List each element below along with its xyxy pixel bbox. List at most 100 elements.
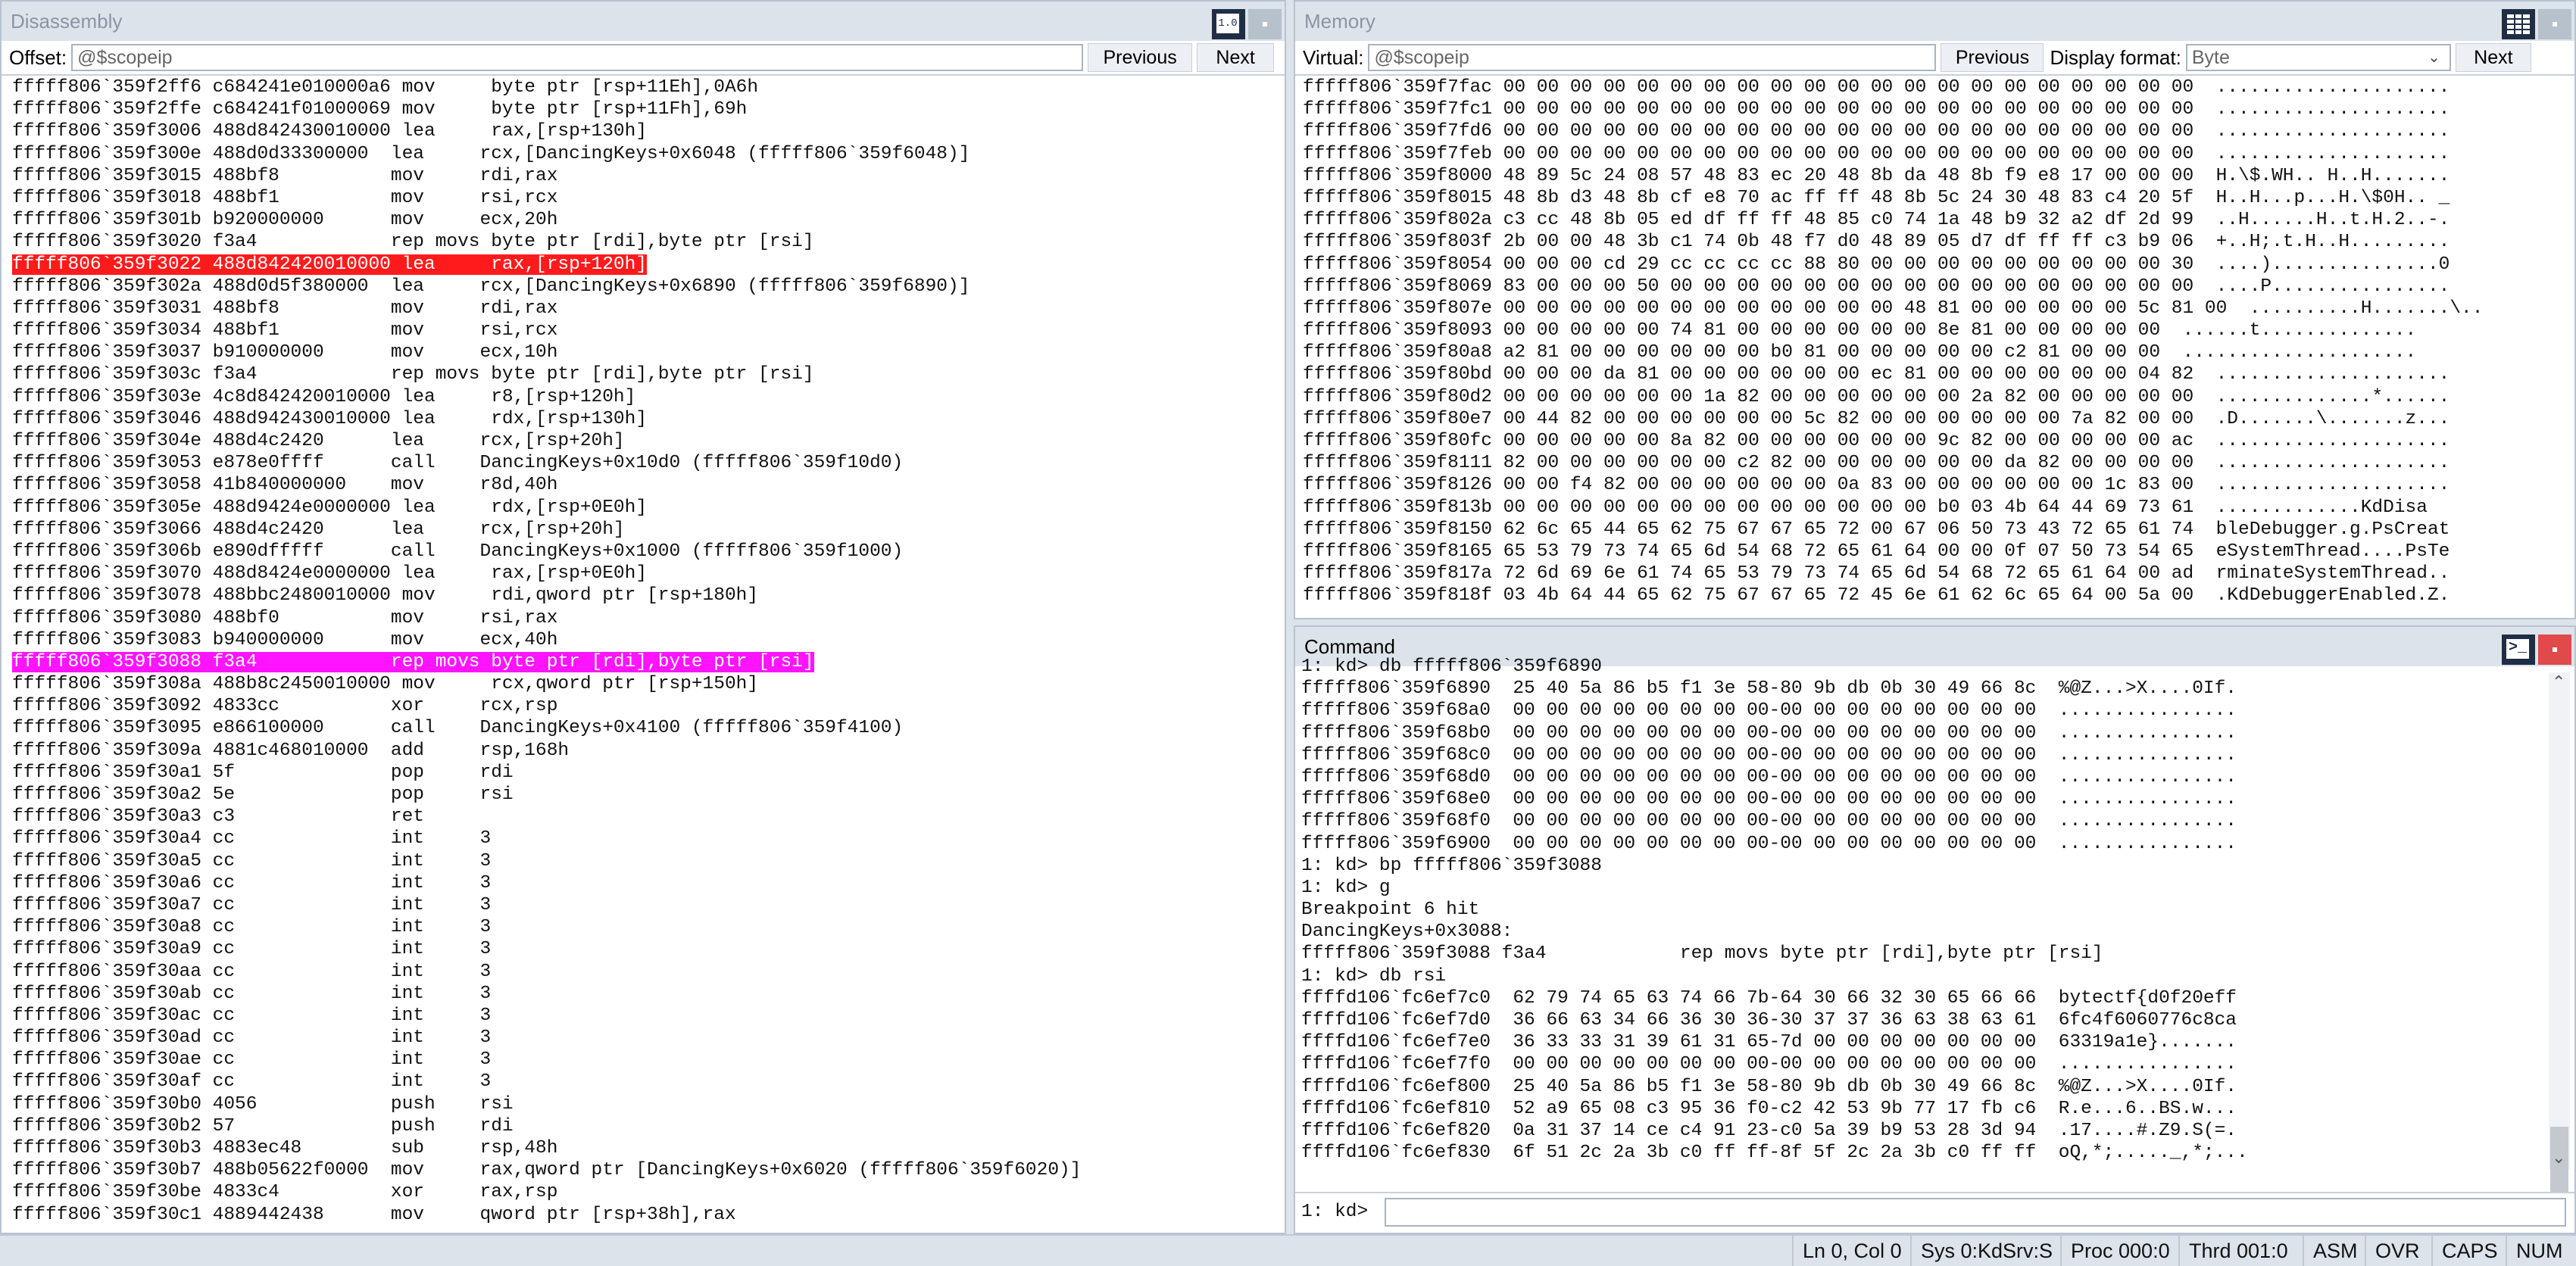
command-output[interactable]: 1: kd> db fffff806`359f6890 fffff806`359f… — [1295, 656, 2543, 1162]
disasm-row[interactable]: fffff806`359f30a9 cc int 3 — [12, 938, 1285, 960]
command-output-line[interactable]: 1: kd> g — [1301, 877, 2543, 899]
disasm-row[interactable]: fffff806`359f3046 488d942430010000 lea r… — [12, 408, 1285, 430]
disasm-row[interactable]: fffff806`359f301b b920000000 mov ecx,20h — [12, 209, 1285, 231]
disasm-row[interactable]: fffff806`359f300e 488d0d33300000 lea rcx… — [12, 143, 1285, 165]
disasm-row[interactable]: fffff806`359f30b3 4883ec48 sub rsp,48h — [12, 1137, 1285, 1159]
disasm-row[interactable]: fffff806`359f3053 e878e0ffff call Dancin… — [12, 452, 1285, 474]
disasm-row[interactable]: fffff806`359f308a 488b8c2450010000 mov r… — [12, 673, 1285, 695]
display-format-select[interactable]: Byte ⌄ — [2185, 44, 2451, 71]
disasm-row[interactable]: fffff806`359f304e 488d4c2420 lea rcx,[rs… — [12, 430, 1285, 452]
disasm-row[interactable]: fffff806`359f30a3 c3 ret — [12, 806, 1285, 828]
memory-row[interactable]: fffff806`359f8000 48 89 5c 24 08 57 48 8… — [1303, 165, 2574, 187]
pane-menu-button[interactable] — [1248, 9, 1282, 39]
command-output-line[interactable]: ffffd106`fc6ef7d0 36 66 63 34 66 36 30 3… — [1301, 1009, 2543, 1031]
disassembly-listing[interactable]: fffff806`359f2ff6 c684241e010000a6 mov b… — [2, 76, 1285, 1226]
disasm-row[interactable]: fffff806`359f30a6 cc int 3 — [12, 872, 1285, 894]
memory-row[interactable]: fffff806`359f8015 48 8b d3 48 8b cf e8 7… — [1303, 187, 2574, 209]
disasm-row[interactable]: fffff806`359f30b0 4056 push rsi — [12, 1093, 1285, 1115]
disasm-row[interactable]: fffff806`359f30a5 cc int 3 — [12, 850, 1285, 872]
memory-row[interactable]: fffff806`359f817a 72 6d 69 6e 61 74 65 5… — [1303, 563, 2574, 585]
memory-row[interactable]: fffff806`359f818f 03 4b 64 44 65 62 75 6… — [1303, 585, 2574, 606]
command-output-line[interactable]: 1: kd> bp fffff806`359f3088 — [1301, 855, 2543, 877]
disasm-row[interactable]: fffff806`359f302a 488d0d5f380000 lea rcx… — [12, 276, 1285, 298]
disasm-row[interactable]: fffff806`359f3006 488d842430010000 lea r… — [12, 120, 1285, 142]
disasm-row[interactable]: fffff806`359f30aa cc int 3 — [12, 961, 1285, 983]
disasm-row[interactable]: fffff806`359f30ac cc int 3 — [12, 1005, 1285, 1027]
memory-row[interactable]: fffff806`359f8150 62 6c 65 44 65 62 75 6… — [1303, 519, 2574, 541]
disasm-row[interactable]: fffff806`359f3095 e866100000 call Dancin… — [12, 717, 1285, 739]
disasm-row[interactable]: fffff806`359f30ab cc int 3 — [12, 983, 1285, 1005]
disasm-row[interactable]: fffff806`359f30a1 5f pop rdi — [12, 762, 1285, 784]
command-output-line[interactable]: ffffd106`fc6ef7c0 62 79 74 65 63 74 66 7… — [1301, 987, 2543, 1009]
disasm-row[interactable]: fffff806`359f3083 b940000000 mov ecx,40h — [12, 629, 1285, 651]
memory-row[interactable]: fffff806`359f8054 00 00 00 cd 29 cc cc c… — [1303, 254, 2574, 276]
disasm-row[interactable]: fffff806`359f303c f3a4 rep movs byte ptr… — [12, 363, 1285, 385]
command-output-line[interactable]: fffff806`359f68c0 00 00 00 00 00 00 00 0… — [1301, 744, 2543, 766]
command-output-line[interactable]: 1: kd> db rsi — [1301, 965, 2543, 987]
memory-row[interactable]: fffff806`359f8093 00 00 00 00 00 74 81 0… — [1303, 320, 2574, 341]
disasm-row[interactable]: fffff806`359f30c1 4889442438 mov qword p… — [12, 1204, 1285, 1226]
disasm-row[interactable]: fffff806`359f3092 4833cc xor rcx,rsp — [12, 695, 1285, 717]
memory-row[interactable]: fffff806`359f80a8 a2 81 00 00 00 00 00 0… — [1303, 341, 2574, 363]
memory-row[interactable]: fffff806`359f80fc 00 00 00 00 00 8a 82 0… — [1303, 430, 2574, 452]
command-output-line[interactable]: fffff806`359f6890 25 40 5a 86 b5 f1 3e 5… — [1301, 678, 2543, 700]
command-output-line[interactable]: fffff806`359f68e0 00 00 00 00 00 00 00 0… — [1301, 788, 2543, 810]
disasm-row[interactable]: fffff806`359f305e 488d9424e0000000 lea r… — [12, 497, 1285, 519]
disasm-row[interactable]: fffff806`359f30a4 cc int 3 — [12, 828, 1285, 850]
disasm-row[interactable]: fffff806`359f3015 488bf8 mov rdi,rax — [12, 165, 1285, 187]
command-output-line[interactable]: fffff806`359f3088 f3a4 rep movs byte ptr… — [1301, 943, 2543, 965]
memory-row[interactable]: fffff806`359f7fc1 00 00 00 00 00 00 00 0… — [1303, 98, 2574, 120]
command-input[interactable] — [1385, 1198, 2566, 1227]
command-output-line[interactable]: 1: kd> db fffff806`359f6890 — [1301, 656, 2543, 678]
disasm-row[interactable]: fffff806`359f2ff6 c684241e010000a6 mov b… — [12, 76, 1285, 98]
memory-row[interactable]: fffff806`359f8165 65 53 79 73 74 65 6d 5… — [1303, 541, 2574, 563]
disasm-row[interactable]: fffff806`359f3022 488d842420010000 lea r… — [12, 254, 1285, 276]
memory-options-button[interactable] — [2502, 9, 2535, 39]
disasm-row[interactable]: fffff806`359f30a2 5e pop rsi — [12, 784, 1285, 806]
command-output-line[interactable]: fffff806`359f68a0 00 00 00 00 00 00 00 0… — [1301, 700, 2543, 722]
command-output-line[interactable]: ffffd106`fc6ef810 52 a9 65 08 c3 95 36 f… — [1301, 1098, 2543, 1120]
command-output-line[interactable]: fffff806`359f68f0 00 00 00 00 00 00 00 0… — [1301, 810, 2543, 832]
command-output-line[interactable]: fffff806`359f68b0 00 00 00 00 00 00 00 0… — [1301, 722, 2543, 744]
scroll-up-icon[interactable]: ⌃ — [2552, 672, 2565, 692]
command-output-line[interactable]: ffffd106`fc6ef830 6f 51 2c 2a 3b c0 ff f… — [1301, 1142, 2543, 1162]
memory-dump[interactable]: fffff806`359f7fac 00 00 00 00 00 00 00 0… — [1295, 76, 2574, 607]
memory-row[interactable]: fffff806`359f802a c3 cc 48 8b 05 ed df f… — [1303, 209, 2574, 231]
disasm-row[interactable]: fffff806`359f303e 4c8d842420010000 lea r… — [12, 386, 1285, 408]
disasm-previous-button[interactable]: Previous — [1088, 43, 1193, 72]
disasm-row[interactable]: fffff806`359f3020 f3a4 rep movs byte ptr… — [12, 231, 1285, 253]
command-output-line[interactable]: ffffd106`fc6ef7f0 00 00 00 00 00 00 00 0… — [1301, 1053, 2543, 1075]
offset-input[interactable] — [71, 44, 1084, 71]
disasm-row[interactable]: fffff806`359f309a 4881c468010000 add rsp… — [12, 740, 1285, 762]
command-output-line[interactable]: ffffd106`fc6ef820 0a 31 37 14 ce c4 91 2… — [1301, 1120, 2543, 1142]
disasm-row[interactable]: fffff806`359f30ae cc int 3 — [12, 1049, 1285, 1071]
command-output-line[interactable]: ffffd106`fc6ef7e0 36 33 33 31 39 61 31 6… — [1301, 1031, 2543, 1053]
disasm-row[interactable]: fffff806`359f2ffe c684241f01000069 mov b… — [12, 98, 1285, 120]
disasm-row[interactable]: fffff806`359f3018 488bf1 mov rsi,rcx — [12, 187, 1285, 209]
command-output-line[interactable]: fffff806`359f68d0 00 00 00 00 00 00 00 0… — [1301, 766, 2543, 788]
disasm-row[interactable]: fffff806`359f30af cc int 3 — [12, 1071, 1285, 1093]
memory-row[interactable]: fffff806`359f803f 2b 00 00 48 3b c1 74 0… — [1303, 231, 2574, 253]
disasm-row[interactable]: fffff806`359f30b7 488b05622f0000 mov rax… — [12, 1159, 1285, 1181]
virtual-address-input[interactable] — [1368, 44, 1937, 71]
disasm-row[interactable]: fffff806`359f3034 488bf1 mov rsi,rcx — [12, 320, 1285, 341]
memory-row[interactable]: fffff806`359f80e7 00 44 82 00 00 00 00 0… — [1303, 408, 2574, 430]
disasm-row[interactable]: fffff806`359f3058 41b840000000 mov r8d,4… — [12, 474, 1285, 496]
disasm-row[interactable]: fffff806`359f30ad cc int 3 — [12, 1027, 1285, 1049]
disasm-row[interactable]: fffff806`359f30b2 57 push rdi — [12, 1115, 1285, 1137]
memory-row[interactable]: fffff806`359f813b 00 00 00 00 00 00 00 0… — [1303, 497, 2574, 519]
command-output-line[interactable]: Breakpoint 6 hit — [1301, 899, 2543, 921]
memory-row[interactable]: fffff806`359f7feb 00 00 00 00 00 00 00 0… — [1303, 143, 2574, 165]
disasm-row[interactable]: fffff806`359f30a7 cc int 3 — [12, 894, 1285, 916]
disasm-row[interactable]: fffff806`359f3066 488d4c2420 lea rcx,[rs… — [12, 519, 1285, 541]
disasm-row[interactable]: fffff806`359f30be 4833c4 xor rax,rsp — [12, 1181, 1285, 1203]
memory-row[interactable]: fffff806`359f80bd 00 00 00 da 81 00 00 0… — [1303, 363, 2574, 385]
command-output-line[interactable]: ffffd106`fc6ef800 25 40 5a 86 b5 f1 3e 5… — [1301, 1076, 2543, 1098]
memory-row[interactable]: fffff806`359f7fd6 00 00 00 00 00 00 00 0… — [1303, 120, 2574, 142]
disasm-row[interactable]: fffff806`359f306b e890dfffff call Dancin… — [12, 541, 1285, 563]
command-scrollbar[interactable]: ⌃ ⌄ — [2549, 672, 2570, 1202]
disasm-next-button[interactable]: Next — [1197, 43, 1275, 72]
disasm-row[interactable]: fffff806`359f3088 f3a4 rep movs byte ptr… — [12, 651, 1285, 673]
disasm-row[interactable]: fffff806`359f3037 b910000000 mov ecx,10h — [12, 341, 1285, 363]
disasm-row[interactable]: fffff806`359f3080 488bf0 mov rsi,rax — [12, 607, 1285, 629]
